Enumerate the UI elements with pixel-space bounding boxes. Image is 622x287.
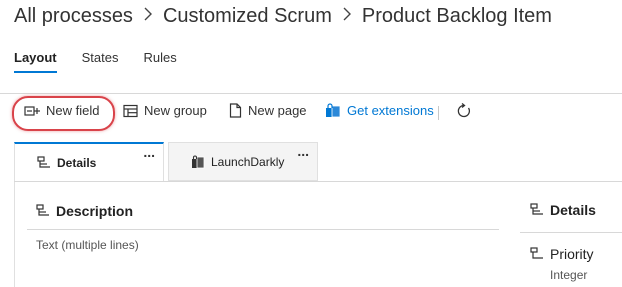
page-tabs-divider (14, 181, 622, 182)
group-icon (37, 156, 50, 168)
group-icon (36, 204, 49, 216)
new-group-icon (123, 104, 138, 117)
content-border (14, 182, 15, 287)
page-tab-details[interactable]: Details ... (14, 142, 164, 182)
refresh-icon (457, 103, 470, 118)
tab-states[interactable]: States (82, 50, 119, 65)
more-options-icon[interactable]: ... (143, 144, 155, 160)
new-group-label: New group (144, 103, 207, 118)
description-group-label: Description (56, 203, 134, 219)
active-tab-indicator (14, 71, 57, 73)
toolbar-separator (438, 106, 439, 120)
extension-icon (192, 155, 205, 169)
process-tabs: Layout States Rules (14, 50, 202, 65)
new-group-button[interactable]: New group (123, 103, 207, 118)
get-extensions-button[interactable]: Get extensions (325, 103, 434, 118)
page-tab-launchdarkly-label: LaunchDarkly (211, 155, 285, 169)
get-extensions-label: Get extensions (347, 103, 434, 118)
page-tab-details-label: Details (57, 156, 97, 170)
new-page-icon (229, 103, 242, 118)
page-tab-launchdarkly[interactable]: LaunchDarkly ... (168, 142, 318, 181)
details-group-label: Details (550, 202, 596, 218)
group-divider (520, 232, 622, 233)
chevron-right-icon (143, 7, 153, 26)
description-field-type: Text (multiple lines) (36, 238, 139, 252)
breadcrumb-product-backlog-item: Product Backlog Item (361, 5, 552, 27)
breadcrumb-customized-scrum[interactable]: Customized Scrum (163, 5, 332, 28)
description-group-title[interactable]: Description (36, 203, 133, 219)
breadcrumb: All processes Customized Scrum Product B… (14, 5, 552, 28)
group-icon (530, 203, 543, 215)
more-options-icon[interactable]: ... (297, 143, 309, 159)
new-page-label: New page (248, 103, 307, 118)
tab-rules[interactable]: Rules (143, 50, 176, 65)
field-icon (530, 247, 543, 259)
breadcrumb-all-processes[interactable]: All processes (14, 5, 133, 28)
priority-field[interactable]: Priority (530, 246, 594, 262)
tab-layout[interactable]: Layout (14, 50, 57, 65)
chevron-right-icon (342, 7, 352, 26)
new-page-button[interactable]: New page (229, 103, 307, 118)
priority-field-type: Integer (550, 268, 588, 282)
priority-field-label: Priority (550, 246, 594, 262)
group-divider (27, 229, 499, 230)
new-field-highlight (12, 96, 115, 131)
refresh-button[interactable] (456, 103, 478, 119)
shopping-bag-icon (326, 103, 341, 118)
details-group-title[interactable]: Details (530, 202, 596, 218)
